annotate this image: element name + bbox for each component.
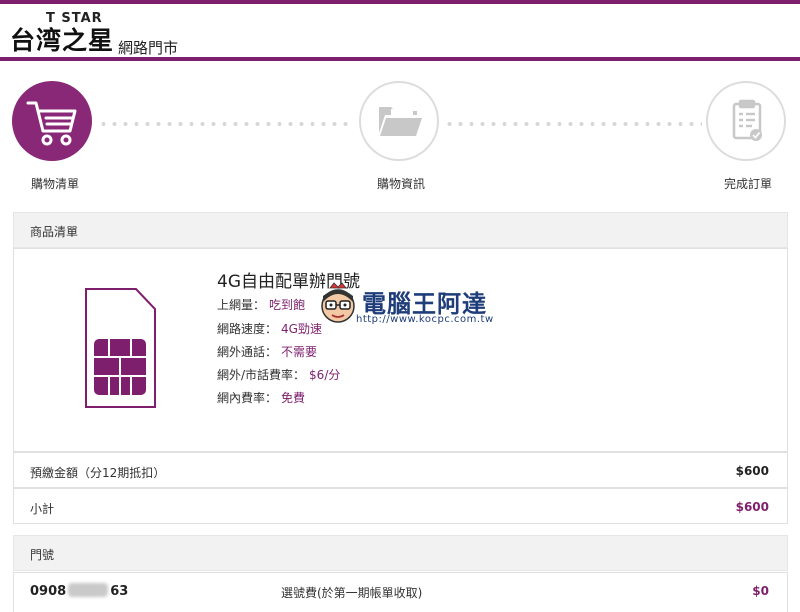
logo-chinese[interactable]: 台湾之星: [10, 26, 114, 56]
spec-speed: 網路速度： 4G勁速: [217, 320, 322, 337]
step-label-complete: 完成訂單: [724, 177, 773, 191]
progress-connector: [98, 122, 354, 126]
step-label-cart: 購物清單: [31, 177, 80, 191]
logo-english[interactable]: T STAR: [46, 11, 103, 26]
spec-label: 網路速度：: [217, 322, 278, 336]
watermark-url: http://www.kocpc.com.tw: [356, 314, 494, 325]
redacted-digits: [68, 583, 109, 597]
phone-number-prefix: 0908: [30, 584, 67, 599]
step-label-info: 購物資訊: [377, 177, 426, 191]
step-complete[interactable]: [706, 81, 786, 161]
mascot-face-icon: [321, 282, 355, 323]
spec-offnet-call: 網外通話： 不需要: [217, 343, 317, 360]
watermark: 電腦王阿達 http://www.kocpc.com.tw: [318, 276, 508, 334]
spec-label: 網內費率：: [217, 391, 278, 405]
sim-card-icon: [85, 288, 156, 408]
spec-value: 不需要: [281, 345, 318, 359]
spec-label: 網外/市話費率：: [217, 368, 306, 382]
spec-label: 上網量：: [217, 298, 266, 312]
checkout-progress: 購物清單 購物資訊 完成訂單: [0, 61, 800, 201]
phone-number: 0908 63: [30, 583, 128, 599]
spec-value: 4G勁速: [281, 322, 322, 336]
prepay-label: 預繳金額（分12期抵扣）: [30, 466, 166, 480]
cart-icon: [26, 101, 77, 146]
spec-offnet-rate: 網外/市話費率： $6/分: [217, 366, 340, 383]
clipboard-check-icon: [732, 99, 762, 141]
product-list-header: 商品清單: [13, 212, 788, 248]
spec-onnet-rate: 網內費率： 免費: [217, 389, 305, 406]
subtotal-row: 小計 $600: [13, 488, 788, 524]
folder-icon: [379, 107, 422, 136]
phone-number-title: 門號: [30, 548, 55, 562]
phone-number-row: 0908 63 選號費(於第一期帳單收取) $0: [13, 572, 788, 612]
phone-number-header: 門號: [13, 535, 788, 571]
product-list-title: 商品清單: [30, 225, 79, 239]
spec-data: 上網量： 吃到飽: [217, 296, 305, 313]
step-info[interactable]: [359, 81, 439, 161]
subtotal-label: 小計: [30, 502, 55, 516]
store-subtitle: 網路門市: [118, 39, 179, 57]
prepay-amount: $600: [735, 464, 769, 478]
spec-value: 免費: [281, 391, 306, 405]
spec-value: 吃到飽: [269, 298, 306, 312]
subtotal-amount: $600: [735, 500, 769, 514]
spec-value: $6/分: [309, 368, 341, 382]
spec-label: 網外通話：: [217, 345, 278, 359]
header: T STAR 台湾之星 網路門市: [0, 4, 800, 58]
phone-number-suffix: 63: [110, 584, 129, 599]
prepay-row: 預繳金額（分12期抵扣） $600: [13, 452, 788, 488]
selection-fee-label: 選號費(於第一期帳單收取): [281, 586, 423, 600]
selection-fee-amount: $0: [752, 584, 769, 598]
progress-connector: [444, 122, 702, 126]
step-cart[interactable]: [12, 81, 92, 161]
